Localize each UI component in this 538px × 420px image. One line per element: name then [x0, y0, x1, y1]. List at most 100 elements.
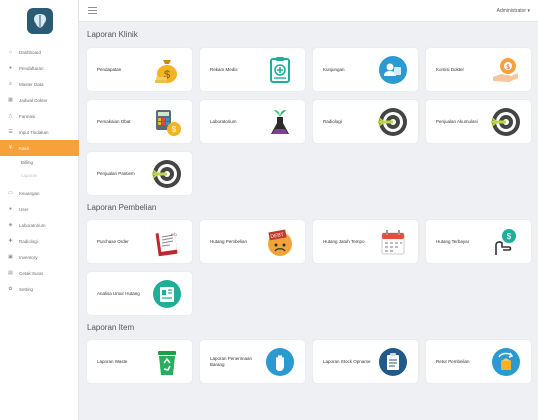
- card-pemakaian-obat[interactable]: Pemakaian Obat $: [87, 100, 192, 143]
- lab-flask-icon: [264, 106, 295, 137]
- card-hutang-pembelian[interactable]: Hutang Pembelian DEBT: [200, 220, 305, 263]
- target-icon: [377, 106, 408, 137]
- sidebar-item-cetak-surat[interactable]: ▤ Cetak Surat: [0, 265, 79, 281]
- purchase-order-icon: PO: [151, 226, 182, 257]
- flask-icon: △: [8, 112, 13, 119]
- gear-icon: ✿: [8, 285, 13, 292]
- card-label: Hutang Terbayar: [436, 238, 470, 244]
- card-label: Purchase Order: [97, 238, 129, 244]
- sidebar-item-label: Dashboard: [19, 49, 42, 55]
- top-bar: Administrator ▾: [79, 0, 538, 22]
- payment-hand-icon: $: [490, 226, 521, 257]
- sidebar-item-inventory[interactable]: ▣ Inventory: [0, 249, 79, 265]
- hand-stop-icon: [264, 346, 295, 377]
- sidebar-item-label: Master Data: [19, 81, 44, 87]
- commission-icon: $: [490, 54, 521, 85]
- sidebar-item-label: Jadwal Dokter: [19, 97, 48, 103]
- list-icon: ☰: [8, 128, 13, 135]
- sidebar-subitem-billing[interactable]: Billing: [0, 156, 79, 169]
- card-pendapatan[interactable]: Pendapatan $: [87, 48, 192, 91]
- money-bag-icon: $: [151, 54, 182, 85]
- sidebar-item-label: User: [19, 206, 29, 212]
- svg-text:$: $: [171, 125, 176, 134]
- calculator-icon: $: [151, 106, 182, 137]
- sidebar-item-user[interactable]: ● User: [0, 201, 79, 217]
- card-purchase-order[interactable]: Purchase Order PO: [87, 220, 192, 263]
- section-title-item: Laporan Item: [87, 323, 135, 332]
- sidebar-item-label: Input Tindakan: [19, 129, 49, 135]
- card-label: Analisa Umur Hutang: [97, 290, 140, 296]
- card-laporan-waste[interactable]: Laporan Waste: [87, 340, 192, 383]
- sidebar-item-pendaftaran[interactable]: ● Pendaftaran: [0, 60, 79, 76]
- card-label: Penjualan Akumulasi: [436, 118, 478, 124]
- card-label: Laboratorium: [210, 118, 237, 124]
- card-hutang-jatuh-tempo[interactable]: Hutang Jatuh Tempo: [313, 220, 418, 263]
- menu-toggle-icon[interactable]: [88, 7, 97, 14]
- debt-icon: DEBT: [264, 226, 295, 257]
- home-icon: ⌂: [8, 48, 13, 55]
- sidebar-item-keuangan[interactable]: ▭ Keuangan: [0, 185, 79, 201]
- radiology-icon: ✚: [8, 237, 13, 244]
- sidebar-item-label: Farmasi: [19, 113, 36, 119]
- calendar-icon: ▦: [8, 96, 13, 103]
- analysis-icon: [151, 278, 182, 309]
- app-logo[interactable]: [27, 8, 53, 34]
- sidebar-item-kasir[interactable]: ¥ Kasir: [0, 140, 79, 156]
- card-hutang-terbayar[interactable]: Hutang Terbayar $: [426, 220, 531, 263]
- card-analisa-umur-hutang[interactable]: Analisa Umur Hutang: [87, 272, 192, 315]
- user-menu[interactable]: Administrator ▾: [497, 8, 530, 14]
- card-label: Retur Pembelian: [436, 358, 470, 364]
- card-label: Pemakaian Obat: [97, 118, 131, 124]
- sidebar-item-label: Setting: [19, 286, 34, 292]
- card-komisi-dokter[interactable]: Komisi Dokter $: [426, 48, 531, 91]
- card-retur-pembelian[interactable]: Retur Pembelian: [426, 340, 531, 383]
- sidebar: ⌂ Dashboard ● Pendaftaran ≡ Master Data ▦ Ja…: [0, 0, 79, 420]
- visitor-icon: [377, 54, 408, 85]
- return-box-icon: [490, 346, 521, 377]
- sidebar-nav: ⌂ Dashboard ● Pendaftaran ≡ Master Data ▦ Ja…: [0, 44, 79, 297]
- sidebar-item-label: Kasir: [19, 145, 30, 151]
- sidebar-subitem-label: Laporan: [21, 173, 38, 178]
- target-icon: [151, 158, 182, 189]
- card-label: Kunjungan: [323, 66, 345, 72]
- sidebar-item-laboratorium[interactable]: ◈ Laboratorium: [0, 217, 79, 233]
- sidebar-subitem-label: Billing: [21, 160, 34, 165]
- sidebar-item-input-tindakan[interactable]: ☰ Input Tindakan: [0, 124, 79, 140]
- sidebar-item-radiologi[interactable]: ✚ Radiologi: [0, 233, 79, 249]
- users-icon: ●: [8, 205, 13, 212]
- sidebar-item-label: Cetak Surat: [19, 270, 43, 276]
- sidebar-item-label: Pendaftaran: [19, 65, 44, 71]
- target-icon: [490, 106, 521, 137]
- box-icon: ▣: [8, 253, 13, 260]
- card-penjualan-akumulasi[interactable]: Penjualan Akumulasi: [426, 100, 531, 143]
- card-laboratorium[interactable]: Laboratorium: [200, 100, 305, 143]
- svg-text:$: $: [506, 232, 511, 241]
- card-label: Laporan Stock Opname: [323, 358, 371, 364]
- card-laporan-penerimaan-barang[interactable]: Laporan Penerimaan Barang: [200, 340, 305, 383]
- sidebar-subitem-laporan[interactable]: Laporan: [0, 169, 79, 182]
- sidebar-item-label: Laboratorium: [19, 222, 46, 228]
- card-label: Penjualan Pantiem: [97, 170, 135, 176]
- card-penjualan-pantiem[interactable]: Penjualan Pantiem: [87, 152, 192, 195]
- sidebar-item-farmasi[interactable]: △ Farmasi: [0, 108, 79, 124]
- medical-record-icon: [264, 54, 295, 85]
- card-label: Hutang Pembelian: [210, 238, 248, 244]
- sidebar-item-label: Keuangan: [19, 190, 40, 196]
- sidebar-item-label: Radiologi: [19, 238, 38, 244]
- sidebar-item-master-data[interactable]: ≡ Master Data: [0, 76, 79, 92]
- card-kunjungan[interactable]: Kunjungan: [313, 48, 418, 91]
- card-label: Laporan Penerimaan Barang: [210, 355, 253, 367]
- sidebar-item-setting[interactable]: ✿ Setting: [0, 281, 79, 297]
- sidebar-item-dashboard[interactable]: ⌂ Dashboard: [0, 44, 79, 60]
- card-rekam-medis[interactable]: Rekam Medis: [200, 48, 305, 91]
- card-radiologi[interactable]: Radiologi: [313, 100, 418, 143]
- lab-icon: ◈: [8, 221, 13, 228]
- sidebar-item-jadwal-dokter[interactable]: ▦ Jadwal Dokter: [0, 92, 79, 108]
- section-title-pembelian: Laporan Pembelian: [87, 203, 157, 212]
- card-laporan-stock-opname[interactable]: Laporan Stock Opname: [313, 340, 418, 383]
- card-label: Radiologi: [323, 118, 342, 124]
- user-icon: ●: [8, 64, 13, 71]
- brain-icon: [34, 14, 46, 28]
- card-label: Laporan Waste: [97, 358, 128, 364]
- card-label: Pendapatan: [97, 66, 122, 72]
